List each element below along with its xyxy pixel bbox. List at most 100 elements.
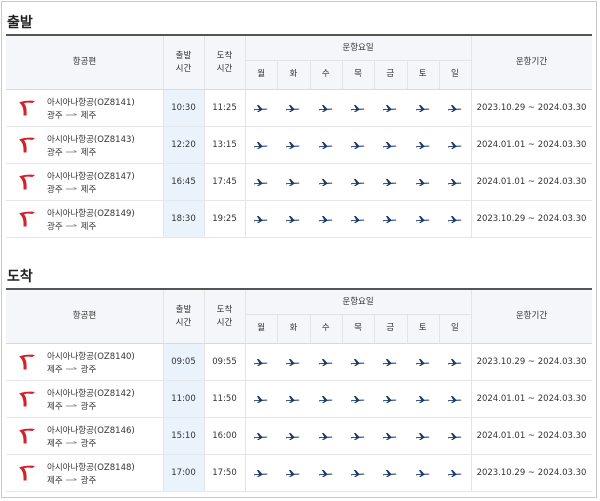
day-cell — [439, 201, 471, 237]
plane-icon — [318, 178, 333, 186]
table-header: 항공편 출발 시간 도착 시간 운항요일 월 화 수 목 금 토 일 운항기간 — [6, 34, 592, 90]
header-days-title: 운항요일 — [342, 42, 374, 53]
operating-period: 2023.10.29 ~ 2024.03.30 — [476, 357, 587, 367]
day-cell — [342, 455, 374, 491]
route-to: 제주 — [80, 222, 97, 232]
route-to: 제주 — [80, 148, 97, 158]
plane-icon — [254, 395, 268, 403]
flight-route: 광주 제주 — [47, 146, 96, 158]
row-col-divider — [471, 455, 472, 491]
header-col-divider — [204, 290, 205, 343]
day-cell — [277, 201, 309, 237]
plane-icon — [447, 395, 462, 403]
arr-time: 17:50 — [212, 468, 237, 478]
flight-name: 아시아나항공(OZ8148) — [47, 463, 135, 473]
table-row: 아시아나항공(OZ8149) 광주 제주 18:30 19:25 2023.10.29 ~… — [6, 201, 592, 238]
day-cell — [439, 127, 471, 163]
asiana-logo-icon — [19, 211, 35, 227]
plane-icon — [351, 104, 365, 112]
route-from: 제주 — [47, 402, 63, 412]
header-period: 운항기간 — [515, 57, 548, 67]
row-col-divider — [471, 344, 472, 380]
day-cell — [342, 164, 374, 200]
flight-name: 아시아나항공(OZ8140) — [47, 352, 135, 362]
flight-route: 광주 제주 — [47, 220, 96, 232]
table-header: 항공편 출발 시간 도착 시간 운항요일 월 화 수 목 금 토 일 운항기간 — [6, 288, 592, 344]
plane-icon — [415, 432, 429, 440]
day-cell — [439, 90, 471, 126]
asiana-logo-icon — [19, 100, 35, 116]
day-cell — [407, 127, 439, 163]
header-col-divider — [471, 36, 472, 89]
plane-icon — [318, 469, 333, 477]
plane-icon — [447, 469, 462, 477]
flight-name: 아시아나항공(OZ8147) — [47, 172, 135, 182]
table-row: 아시아나항공(OZ8146) 제주 광주 15:10 16:00 2024.01.01 ~… — [6, 418, 592, 455]
day-cell — [439, 164, 471, 200]
flight-route: 제주 광주 — [47, 474, 96, 486]
header-col-divider — [471, 290, 472, 343]
header-day-2: 수 — [321, 323, 330, 333]
plane-icon — [383, 469, 397, 477]
header-col-divider — [163, 36, 164, 89]
schedule-section-departure: 출발 항공편 출발 시간 도착 시간 운항요일 월 화 수 목 금 토 일 운항기간 아시아나항공(OZ814… — [6, 12, 592, 238]
route-to: 광주 — [80, 439, 97, 449]
plane-icon — [351, 215, 365, 223]
route-arrow-icon — [65, 223, 77, 227]
header-day-divider — [309, 60, 311, 89]
row-col-divider — [204, 344, 205, 380]
row-col-divider — [471, 164, 472, 200]
day-cell — [245, 418, 277, 454]
header-day-6: 일 — [451, 69, 459, 79]
flight-route: 광주 제주 — [47, 183, 96, 195]
header-day-4: 금 — [386, 323, 395, 333]
plane-icon — [447, 178, 462, 186]
day-cell — [374, 201, 406, 237]
day-cell — [342, 344, 374, 380]
day-cell — [310, 90, 342, 126]
day-cell — [245, 201, 277, 237]
header-col-divider — [245, 36, 246, 89]
plane-icon — [383, 104, 397, 112]
header-day-divider — [374, 314, 376, 343]
flight-name: 아시아나항공(OZ8143) — [47, 135, 135, 145]
header-col-divider — [245, 290, 246, 343]
arr-time: 16:00 — [212, 431, 237, 441]
day-cell — [342, 418, 374, 454]
day-cell — [310, 381, 342, 417]
row-col-divider — [245, 90, 246, 126]
plane-icon — [286, 432, 300, 440]
header-day-divider — [341, 314, 343, 343]
asiana-logo-icon — [19, 391, 35, 407]
row-col-divider — [245, 344, 246, 380]
header-airline: 항공편 — [72, 57, 97, 67]
day-cell — [374, 455, 406, 491]
route-arrow-icon — [65, 149, 77, 153]
row-col-divider — [204, 164, 205, 200]
table-row: 아시아나항공(OZ8147) 광주 제주 16:45 17:45 2024.01.01 ~… — [6, 164, 592, 201]
day-cell — [407, 164, 439, 200]
dep-time: 18:30 — [171, 214, 196, 224]
plane-icon — [383, 432, 397, 440]
day-cell — [407, 418, 439, 454]
row-col-divider — [471, 418, 472, 454]
plane-icon — [383, 358, 397, 366]
flight-route: 제주 광주 — [47, 400, 96, 412]
route-from: 제주 — [47, 439, 63, 449]
day-cell — [277, 418, 309, 454]
day-cell — [277, 90, 309, 126]
flight-name: 아시아나항공(OZ8149) — [47, 209, 135, 219]
day-cell — [407, 455, 439, 491]
header-dep-line1: 출발 — [175, 304, 192, 315]
row-col-divider — [204, 201, 205, 237]
header-day-divider — [406, 314, 408, 343]
plane-icon — [415, 178, 429, 186]
arr-time: 09:55 — [212, 357, 237, 367]
plane-icon — [286, 469, 300, 477]
day-cell — [407, 344, 439, 380]
asiana-logo-icon — [19, 137, 35, 153]
header-day-3: 목 — [354, 323, 362, 333]
asiana-logo-icon — [19, 354, 35, 370]
header-day-0: 월 — [257, 69, 266, 79]
plane-icon — [286, 104, 300, 112]
